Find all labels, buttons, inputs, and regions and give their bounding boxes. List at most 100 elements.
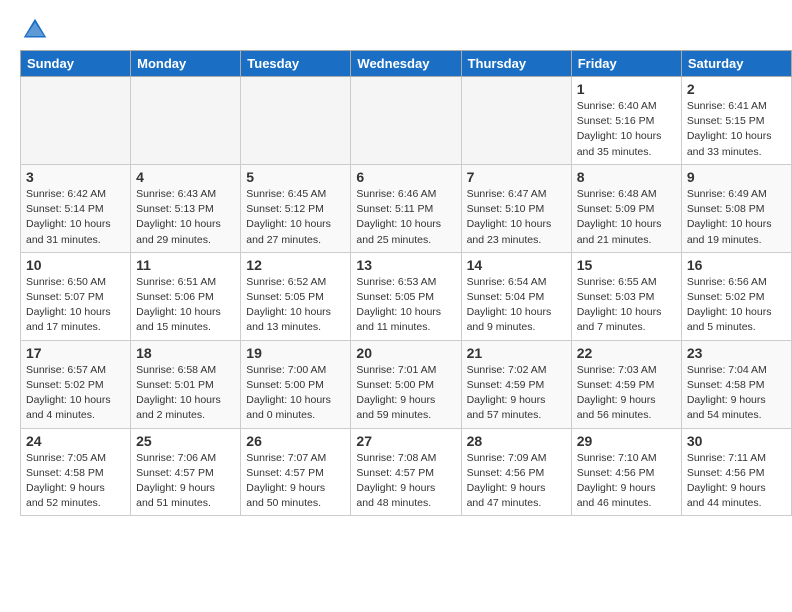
calendar-week-1: 1 Sunrise: 6:40 AM Sunset: 5:16 PM Daylig… (21, 77, 792, 165)
day-info: Sunrise: 6:49 AM Sunset: 5:08 PM Dayligh… (687, 187, 786, 248)
calendar-day: 17 Sunrise: 6:57 AM Sunset: 5:02 PM Dayli… (21, 340, 131, 428)
calendar-day: 25 Sunrise: 7:06 AM Sunset: 4:57 PM Dayli… (131, 428, 241, 516)
calendar-day: 11 Sunrise: 6:51 AM Sunset: 5:06 PM Dayli… (131, 252, 241, 340)
day-header-thursday: Thursday (461, 51, 571, 77)
day-number: 17 (26, 345, 125, 361)
day-number: 11 (136, 257, 235, 273)
calendar-day: 8 Sunrise: 6:48 AM Sunset: 5:09 PM Daylig… (571, 164, 681, 252)
day-number: 10 (26, 257, 125, 273)
calendar-day: 16 Sunrise: 6:56 AM Sunset: 5:02 PM Dayli… (681, 252, 791, 340)
day-info: Sunrise: 7:09 AM Sunset: 4:56 PM Dayligh… (467, 451, 566, 512)
calendar-week-5: 24Sunrise: 7:05 AM Sunset: 4:58 PM Dayli… (21, 428, 792, 516)
day-number: 3 (26, 169, 125, 185)
calendar-day: 2 Sunrise: 6:41 AM Sunset: 5:15 PM Daylig… (681, 77, 791, 165)
day-number: 19 (246, 345, 345, 361)
day-number: 30 (687, 433, 786, 449)
calendar-day: 4 Sunrise: 6:43 AM Sunset: 5:13 PM Daylig… (131, 164, 241, 252)
day-info: Sunrise: 6:52 AM Sunset: 5:05 PM Dayligh… (246, 275, 345, 336)
calendar-day: 14Sunrise: 6:54 AM Sunset: 5:04 PM Dayli… (461, 252, 571, 340)
day-info: Sunrise: 6:51 AM Sunset: 5:06 PM Dayligh… (136, 275, 235, 336)
day-number: 14 (467, 257, 566, 273)
day-info: Sunrise: 6:40 AM Sunset: 5:16 PM Dayligh… (577, 99, 676, 160)
day-number: 15 (577, 257, 676, 273)
page-header (0, 0, 792, 50)
day-info: Sunrise: 7:06 AM Sunset: 4:57 PM Dayligh… (136, 451, 235, 512)
day-info: Sunrise: 6:50 AM Sunset: 5:07 PM Dayligh… (26, 275, 125, 336)
day-number: 29 (577, 433, 676, 449)
day-info: Sunrise: 7:04 AM Sunset: 4:58 PM Dayligh… (687, 363, 786, 424)
calendar-day: 13Sunrise: 6:53 AM Sunset: 5:05 PM Dayli… (351, 252, 461, 340)
day-number: 9 (687, 169, 786, 185)
day-number: 4 (136, 169, 235, 185)
day-info: Sunrise: 6:48 AM Sunset: 5:09 PM Dayligh… (577, 187, 676, 248)
day-header-monday: Monday (131, 51, 241, 77)
calendar-day: 9 Sunrise: 6:49 AM Sunset: 5:08 PM Daylig… (681, 164, 791, 252)
day-number: 22 (577, 345, 676, 361)
day-info: Sunrise: 7:11 AM Sunset: 4:56 PM Dayligh… (687, 451, 786, 512)
calendar-day: 18 Sunrise: 6:58 AM Sunset: 5:01 PM Dayli… (131, 340, 241, 428)
day-header-tuesday: Tuesday (241, 51, 351, 77)
calendar-day: 20 Sunrise: 7:01 AM Sunset: 5:00 PM Dayli… (351, 340, 461, 428)
day-info: Sunrise: 6:46 AM Sunset: 5:11 PM Dayligh… (356, 187, 455, 248)
calendar-table: SundayMondayTuesdayWednesdayThursdayFrid… (20, 50, 792, 516)
calendar-day: 28 Sunrise: 7:09 AM Sunset: 4:56 PM Dayli… (461, 428, 571, 516)
day-info: Sunrise: 6:58 AM Sunset: 5:01 PM Dayligh… (136, 363, 235, 424)
calendar-day: 23 Sunrise: 7:04 AM Sunset: 4:58 PM Dayli… (681, 340, 791, 428)
day-number: 20 (356, 345, 455, 361)
calendar-day: 12 Sunrise: 6:52 AM Sunset: 5:05 PM Dayli… (241, 252, 351, 340)
calendar-day: 3Sunrise: 6:42 AM Sunset: 5:14 PM Daylig… (21, 164, 131, 252)
day-info: Sunrise: 6:56 AM Sunset: 5:02 PM Dayligh… (687, 275, 786, 336)
calendar-header-row: SundayMondayTuesdayWednesdayThursdayFrid… (21, 51, 792, 77)
calendar-day: 19 Sunrise: 7:00 AM Sunset: 5:00 PM Dayli… (241, 340, 351, 428)
day-info: Sunrise: 7:08 AM Sunset: 4:57 PM Dayligh… (356, 451, 455, 512)
day-info: Sunrise: 6:43 AM Sunset: 5:13 PM Dayligh… (136, 187, 235, 248)
day-number: 18 (136, 345, 235, 361)
calendar-day: 24Sunrise: 7:05 AM Sunset: 4:58 PM Dayli… (21, 428, 131, 516)
calendar-day: 7Sunrise: 6:47 AM Sunset: 5:10 PM Daylig… (461, 164, 571, 252)
day-number: 7 (467, 169, 566, 185)
calendar-week-4: 17 Sunrise: 6:57 AM Sunset: 5:02 PM Dayli… (21, 340, 792, 428)
calendar-day: 26Sunrise: 7:07 AM Sunset: 4:57 PM Dayli… (241, 428, 351, 516)
day-number: 6 (356, 169, 455, 185)
day-info: Sunrise: 6:45 AM Sunset: 5:12 PM Dayligh… (246, 187, 345, 248)
calendar-day: 27 Sunrise: 7:08 AM Sunset: 4:57 PM Dayli… (351, 428, 461, 516)
calendar-day: 22 Sunrise: 7:03 AM Sunset: 4:59 PM Dayli… (571, 340, 681, 428)
day-number: 5 (246, 169, 345, 185)
day-info: Sunrise: 7:10 AM Sunset: 4:56 PM Dayligh… (577, 451, 676, 512)
day-number: 2 (687, 81, 786, 97)
day-number: 25 (136, 433, 235, 449)
calendar-day: 29 Sunrise: 7:10 AM Sunset: 4:56 PM Dayli… (571, 428, 681, 516)
day-header-saturday: Saturday (681, 51, 791, 77)
calendar-day: 21 Sunrise: 7:02 AM Sunset: 4:59 PM Dayli… (461, 340, 571, 428)
day-number: 1 (577, 81, 676, 97)
day-info: Sunrise: 6:41 AM Sunset: 5:15 PM Dayligh… (687, 99, 786, 160)
day-number: 8 (577, 169, 676, 185)
day-info: Sunrise: 6:55 AM Sunset: 5:03 PM Dayligh… (577, 275, 676, 336)
calendar-wrapper: SundayMondayTuesdayWednesdayThursdayFrid… (0, 50, 792, 526)
calendar-day: 1 Sunrise: 6:40 AM Sunset: 5:16 PM Daylig… (571, 77, 681, 165)
calendar-week-3: 10 Sunrise: 6:50 AM Sunset: 5:07 PM Dayli… (21, 252, 792, 340)
calendar-day: 15 Sunrise: 6:55 AM Sunset: 5:03 PM Dayli… (571, 252, 681, 340)
calendar-day: 6 Sunrise: 6:46 AM Sunset: 5:11 PM Daylig… (351, 164, 461, 252)
calendar-day (21, 77, 131, 165)
day-info: Sunrise: 7:07 AM Sunset: 4:57 PM Dayligh… (246, 451, 345, 512)
day-info: Sunrise: 7:05 AM Sunset: 4:58 PM Dayligh… (26, 451, 125, 512)
day-header-sunday: Sunday (21, 51, 131, 77)
calendar-day: 5 Sunrise: 6:45 AM Sunset: 5:12 PM Daylig… (241, 164, 351, 252)
day-number: 21 (467, 345, 566, 361)
day-info: Sunrise: 7:02 AM Sunset: 4:59 PM Dayligh… (467, 363, 566, 424)
day-info: Sunrise: 7:03 AM Sunset: 4:59 PM Dayligh… (577, 363, 676, 424)
day-header-friday: Friday (571, 51, 681, 77)
day-number: 23 (687, 345, 786, 361)
calendar-day (461, 77, 571, 165)
day-number: 16 (687, 257, 786, 273)
day-info: Sunrise: 6:57 AM Sunset: 5:02 PM Dayligh… (26, 363, 125, 424)
day-number: 28 (467, 433, 566, 449)
day-info: Sunrise: 7:00 AM Sunset: 5:00 PM Dayligh… (246, 363, 345, 424)
day-number: 27 (356, 433, 455, 449)
calendar-day (241, 77, 351, 165)
day-number: 13 (356, 257, 455, 273)
day-info: Sunrise: 7:01 AM Sunset: 5:00 PM Dayligh… (356, 363, 455, 424)
calendar-day (131, 77, 241, 165)
day-number: 12 (246, 257, 345, 273)
